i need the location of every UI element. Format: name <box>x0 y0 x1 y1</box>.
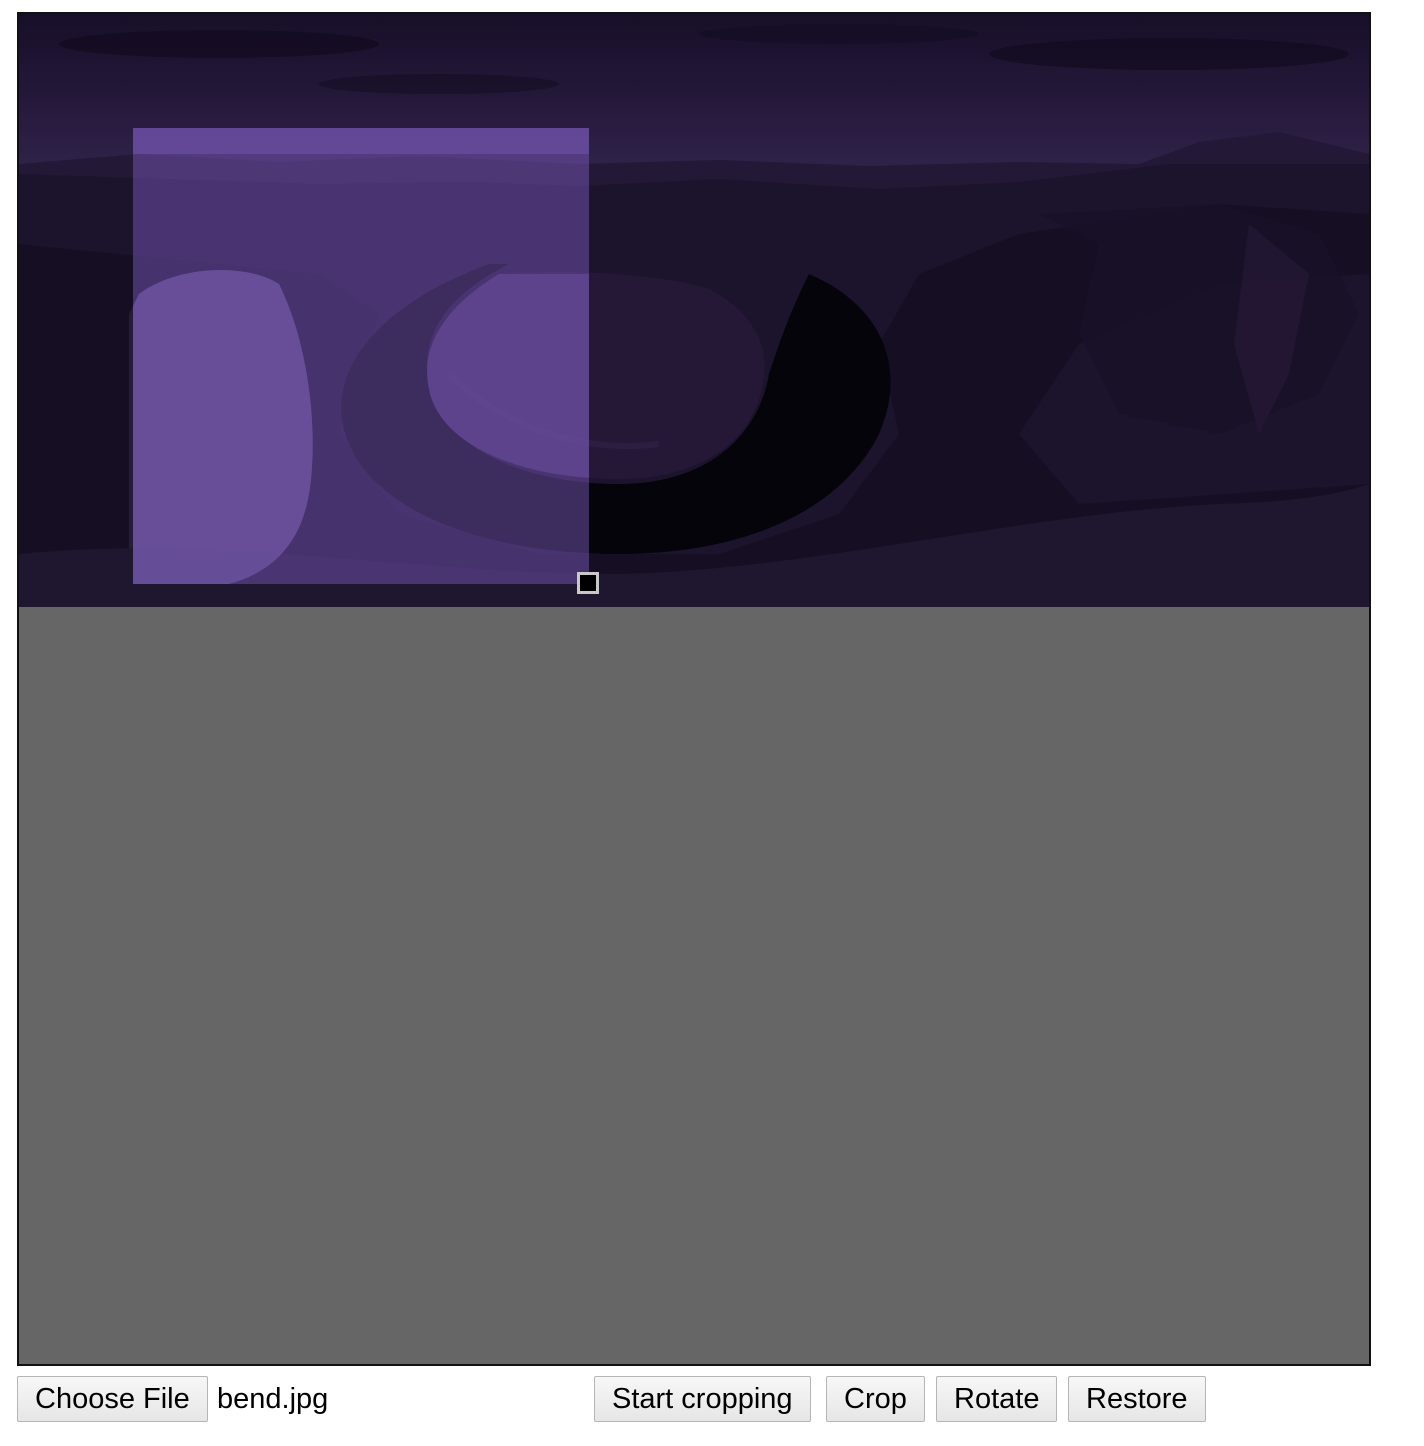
choose-file-button[interactable]: Choose File <box>17 1376 208 1422</box>
canyon-photo-graphic <box>19 14 1369 607</box>
selected-file-name: bend.jpg <box>217 1383 329 1415</box>
image-editor-canvas[interactable] <box>17 12 1371 1366</box>
rotate-button[interactable]: Rotate <box>936 1376 1058 1422</box>
restore-button[interactable]: Restore <box>1068 1376 1206 1422</box>
crop-button[interactable]: Crop <box>826 1376 925 1422</box>
start-cropping-button[interactable]: Start cropping <box>594 1376 811 1422</box>
canyon-photo <box>19 14 1369 607</box>
editor-toolbar: Choose File bend.jpg Start cropping Crop… <box>0 1374 1424 1424</box>
resize-handle-icon[interactable] <box>577 572 599 594</box>
